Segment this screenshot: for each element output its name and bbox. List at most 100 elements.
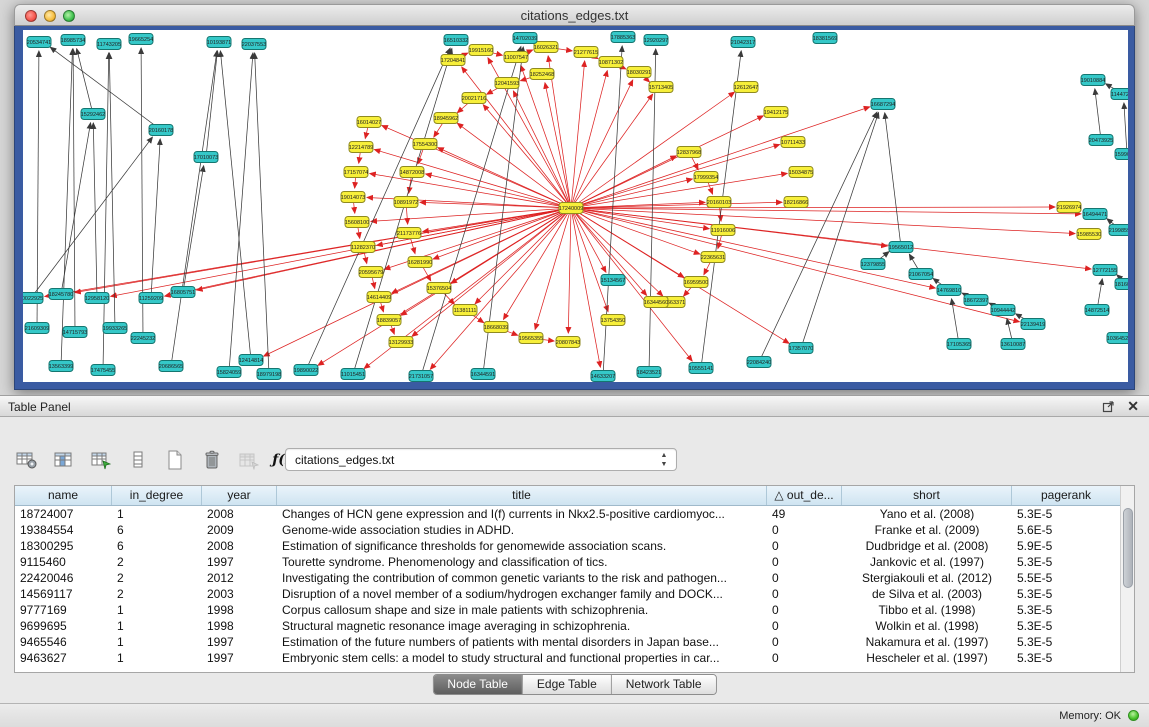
network-edge[interactable] — [571, 80, 633, 208]
network-edge[interactable] — [37, 51, 39, 328]
network-node[interactable]: 14769810 — [937, 285, 961, 296]
network-node[interactable]: 17157074 — [344, 167, 368, 178]
network-edge[interactable] — [571, 207, 1055, 208]
network-node[interactable]: 20160178 — [149, 125, 173, 136]
network-node[interactable]: 10871302 — [599, 57, 623, 68]
network-node[interactable]: 17105365 — [947, 339, 971, 350]
column-header[interactable]: short — [842, 486, 1012, 505]
network-node[interactable]: 15990081 — [1115, 149, 1128, 160]
network-node[interactable]: 19565012 — [889, 242, 913, 253]
network-node[interactable]: 19565355 — [519, 333, 543, 344]
network-node[interactable]: 20534741 — [27, 37, 51, 48]
table-row[interactable]: 2242004622012Investigating the contribut… — [15, 570, 1121, 586]
network-node[interactable]: 18945962 — [434, 113, 458, 124]
table-row[interactable]: 1456911722003Disruption of a novel membe… — [15, 586, 1121, 602]
network-node[interactable]: 15292462 — [81, 109, 105, 120]
network-node[interactable]: 21067054 — [909, 269, 933, 280]
network-node[interactable]: 18423521 — [637, 367, 661, 378]
network-node[interactable]: 14872514 — [1085, 305, 1109, 316]
network-node[interactable]: 16344591 — [471, 369, 495, 380]
network-edge[interactable] — [801, 113, 879, 348]
network-node[interactable]: 10364523 — [1107, 333, 1128, 344]
network-node[interactable]: 12414814 — [239, 355, 263, 366]
network-node[interactable]: 18381569 — [813, 33, 837, 44]
network-node[interactable]: 19915160 — [469, 45, 493, 56]
network-node[interactable]: 17357070 — [789, 343, 813, 354]
network-edge[interactable] — [1095, 89, 1101, 140]
network-node[interactable]: 17475455 — [91, 365, 115, 376]
network-node[interactable]: 22245232 — [131, 333, 155, 344]
network-edge[interactable] — [571, 61, 585, 208]
network-node[interactable]: 18979198 — [257, 369, 281, 380]
network-node[interactable]: 12041593 — [495, 78, 519, 89]
column-header[interactable]: pagerank — [1012, 486, 1121, 505]
column-header[interactable]: year — [202, 486, 277, 505]
network-node[interactable]: 16959500 — [684, 277, 708, 288]
network-edge[interactable] — [885, 113, 901, 247]
network-edge[interactable] — [571, 208, 1081, 214]
network-edge[interactable] — [503, 208, 571, 319]
network-node[interactable]: 15824059 — [217, 367, 241, 378]
network-node[interactable]: 16805751 — [171, 287, 195, 298]
edit-table-icon[interactable] — [88, 447, 114, 473]
network-node[interactable]: 20473925 — [1089, 135, 1113, 146]
network-node[interactable]: 10193871 — [207, 37, 231, 48]
table-row[interactable]: 911546021997Tourette syndrome. Phenomeno… — [15, 554, 1121, 570]
network-node[interactable]: 20021716 — [462, 93, 486, 104]
network-node[interactable]: 11282370 — [351, 242, 375, 253]
network-node[interactable]: 10022925 — [23, 293, 43, 304]
network-node[interactable]: 20595679 — [359, 267, 383, 278]
network-node[interactable]: 19933265 — [103, 323, 127, 334]
network-node[interactable]: 15034875 — [789, 167, 813, 178]
network-node[interactable]: 12958120 — [85, 293, 109, 304]
network-node[interactable]: 21926974 — [1057, 202, 1081, 213]
network-node[interactable]: 21173776 — [397, 228, 421, 239]
network-edge[interactable] — [61, 123, 91, 294]
network-node[interactable]: 17204841 — [441, 55, 465, 66]
network-node[interactable]: 18030291 — [627, 67, 651, 78]
network-node[interactable]: 10944442 — [991, 305, 1015, 316]
table-settings-icon[interactable] — [14, 447, 40, 473]
network-node[interactable]: 10891972 — [394, 197, 418, 208]
network-node[interactable]: 18668039 — [484, 322, 508, 333]
network-node[interactable]: 10711433 — [781, 137, 805, 148]
network-node[interactable]: 12837968 — [677, 147, 701, 158]
network-node[interactable]: 16026321 — [534, 42, 558, 53]
network-node[interactable]: 20686565 — [159, 361, 183, 372]
network-node[interactable]: 19890022 — [294, 365, 318, 376]
network-edge[interactable] — [229, 53, 253, 372]
table-row[interactable]: 1830029562008Estimation of significance … — [15, 538, 1121, 554]
tab-network-table[interactable]: Network Table — [611, 675, 716, 694]
network-node[interactable]: 13563399 — [49, 361, 73, 372]
network-node[interactable]: 16510332 — [444, 35, 468, 46]
network-node[interactable]: 21042317 — [731, 37, 755, 48]
network-node[interactable]: 11916006 — [711, 225, 735, 236]
network-edge[interactable] — [151, 139, 160, 298]
new-file-icon[interactable] — [162, 447, 188, 473]
network-node[interactable]: 18839057 — [377, 315, 401, 326]
network-node[interactable]: 15713405 — [649, 82, 673, 93]
network-node[interactable]: 19412175 — [764, 107, 788, 118]
network-node[interactable]: 15376504 — [427, 283, 451, 294]
network-node[interactable]: 18245780 — [49, 289, 73, 300]
network-node[interactable]: 18160897 — [1115, 279, 1128, 290]
network-node[interactable]: 13129933 — [389, 337, 413, 348]
network-node[interactable]: 21277615 — [574, 47, 598, 58]
network-node[interactable]: 11381111 — [453, 305, 477, 316]
network-node[interactable]: 12379855 — [861, 259, 885, 270]
network-node[interactable]: 12214789 — [349, 142, 373, 153]
network-edge[interactable] — [571, 208, 606, 272]
network-node[interactable]: 14715793 — [63, 327, 87, 338]
table-row[interactable]: 1938455462009Genome-wide association stu… — [15, 522, 1121, 538]
network-edge[interactable] — [426, 174, 571, 208]
network-node[interactable]: 16344560 — [644, 297, 668, 308]
network-node[interactable]: 18672397 — [964, 295, 988, 306]
network-node[interactable]: 11015451 — [341, 369, 365, 380]
float-panel-icon[interactable] — [1102, 400, 1115, 413]
network-node[interactable]: 18985734 — [61, 35, 85, 46]
network-edge[interactable] — [77, 49, 93, 114]
network-node[interactable]: 21998595 — [1109, 225, 1128, 236]
network-node[interactable]: 16687294 — [871, 99, 895, 110]
network-node[interactable]: 19010884 — [1081, 75, 1105, 86]
network-node[interactable]: 10555141 — [689, 363, 713, 374]
